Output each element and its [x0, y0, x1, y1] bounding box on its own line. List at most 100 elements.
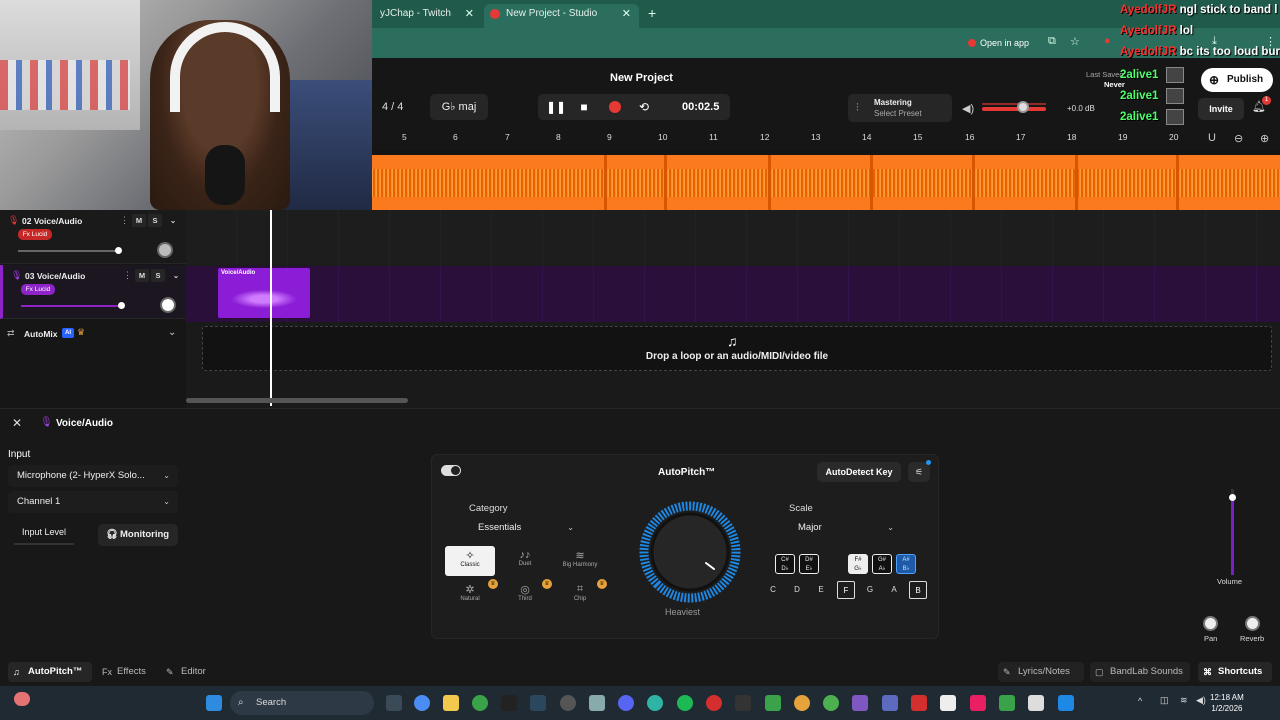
epic-games-icon[interactable]	[501, 695, 517, 711]
timeline-ruler[interactable]: 5 6 7 8 9 10 11 12 13 14 15 16 17 18 19 …	[372, 130, 1280, 150]
time-signature[interactable]: 4 / 4	[382, 101, 403, 113]
extension-icon[interactable]: ●	[1104, 35, 1111, 47]
speaker-icon[interactable]: ◀)	[962, 102, 974, 115]
app-icon[interactable]	[1058, 695, 1074, 711]
tab-autopitch[interactable]: ♫ AutoPitch™	[8, 662, 92, 682]
app-icon[interactable]	[852, 695, 868, 711]
track-volume-slider[interactable]	[21, 305, 123, 307]
track-header-02[interactable]: 🎙︎ 02 Voice/Audio ⋮ M S ⌄ Fx Lucid	[0, 210, 186, 264]
mute-button[interactable]: M	[135, 269, 149, 282]
loop-button[interactable]: ⟲	[630, 94, 658, 120]
chrome-icon[interactable]	[794, 695, 810, 711]
key-c-sharp[interactable]: C# D♭	[775, 554, 795, 574]
more-options-icon[interactable]: ⋮	[123, 270, 132, 281]
task-view-icon[interactable]	[386, 695, 402, 711]
new-tab-button[interactable]: +	[648, 5, 656, 21]
solo-button[interactable]: S	[148, 214, 162, 227]
close-icon[interactable]: ✕	[622, 4, 631, 24]
tab-bandlab-sounds[interactable]: ▢ BandLab Sounds	[1090, 662, 1190, 682]
track-volume-thumb[interactable]	[118, 302, 125, 309]
shortcuts-button[interactable]: ⌘ Shortcuts	[1198, 662, 1272, 682]
preset-big-harmony[interactable]: ≋ Big Harmony	[555, 546, 605, 576]
monitoring-button[interactable]: 🎧︎ Monitoring	[98, 524, 178, 546]
project-title[interactable]: New Project	[610, 72, 673, 84]
taskbar-clock[interactable]: 12:18 AM 1/2/2026	[1210, 692, 1244, 714]
magnet-icon[interactable]: U	[1208, 132, 1216, 144]
pan-knob[interactable]	[157, 242, 173, 258]
intensity-knob[interactable]	[632, 500, 748, 604]
key-b[interactable]: B	[909, 581, 927, 599]
master-volume-slider[interactable]	[982, 107, 1046, 111]
track-volume-thumb[interactable]	[115, 247, 122, 254]
tab-lyrics[interactable]: ✎ Lyrics/Notes	[998, 662, 1084, 682]
chevron-down-icon[interactable]: ⌄	[169, 269, 183, 282]
file-explorer-icon[interactable]	[443, 695, 459, 711]
track-name[interactable]: 03 Voice/Audio	[25, 271, 85, 281]
channel-volume-thumb[interactable]	[1229, 494, 1236, 501]
taskbar-search[interactable]: ⌕ Search	[230, 691, 374, 715]
scale-select[interactable]: Major ⌄	[789, 517, 902, 539]
tray-icon[interactable]: ◫	[1160, 695, 1169, 706]
solo-button[interactable]: S	[151, 269, 165, 282]
preset-classic[interactable]: ✧ Classic	[445, 546, 495, 576]
key-c[interactable]: C	[764, 581, 782, 599]
key-f-sharp[interactable]: F# G♭	[848, 554, 868, 574]
pan-knob[interactable]	[160, 297, 176, 313]
tiktok-icon[interactable]	[970, 695, 986, 711]
master-volume-thumb[interactable]	[1017, 101, 1029, 113]
track-volume-slider[interactable]	[18, 250, 120, 252]
track-header-03[interactable]: 🎙︎ 03 Voice/Audio ⋮ M S ⌄ Fx Lucid	[0, 265, 186, 319]
pan-knob[interactable]	[1203, 616, 1218, 631]
xbox-icon[interactable]	[472, 695, 488, 711]
windows-start-icon[interactable]	[206, 695, 222, 711]
capcut-white-icon[interactable]	[940, 695, 956, 711]
obs-icon[interactable]	[560, 695, 576, 711]
track-lane-03[interactable]: Voice/Audio	[186, 266, 1280, 322]
app-icon[interactable]	[1028, 695, 1044, 711]
track-lane-02[interactable]	[186, 210, 1280, 265]
screenshot-icon[interactable]: ⧉	[1048, 35, 1056, 48]
browser-tab-twitch[interactable]: yJChap - Twitch ✕	[372, 4, 482, 28]
settings-icon[interactable]	[589, 695, 605, 711]
key-a[interactable]: A	[885, 581, 903, 599]
close-icon[interactable]: ✕	[12, 416, 22, 430]
autodetect-key-button[interactable]: AutoDetect Key	[817, 462, 901, 482]
key-g[interactable]: G	[861, 581, 879, 599]
key-d-sharp[interactable]: D# E♭	[799, 554, 819, 574]
pause-button[interactable]: ❚❚	[542, 94, 570, 120]
category-select[interactable]: Essentials ⌄	[469, 517, 582, 539]
fx-badge[interactable]: Fx Lucid	[18, 229, 52, 240]
key-f[interactable]: F	[837, 581, 855, 599]
opera-icon[interactable]	[706, 695, 722, 711]
stop-button[interactable]: ■	[570, 94, 598, 120]
copilot-icon[interactable]	[414, 695, 430, 711]
autopitch-toggle[interactable]	[441, 465, 461, 476]
fx-badge[interactable]: Fx Lucid	[21, 284, 55, 295]
chevron-down-icon[interactable]: ⌄	[166, 214, 180, 227]
key-g-sharp[interactable]: G# A♭	[872, 554, 892, 574]
mute-button[interactable]: M	[132, 214, 146, 227]
automix-row[interactable]: ⇄ AutoMix AI ♛ ⌄	[0, 318, 186, 348]
preset-duet[interactable]: ♪♪ Duet	[500, 546, 550, 576]
zoom-in-icon[interactable]: ⊕	[1260, 132, 1269, 145]
track-01-audio-region[interactable]	[372, 155, 1280, 210]
chrome-active-icon[interactable]	[823, 695, 839, 711]
reverb-knob[interactable]	[1245, 616, 1260, 631]
tab-effects[interactable]: Fx Effects	[97, 662, 155, 682]
zoom-out-icon[interactable]: ⊖	[1234, 132, 1243, 145]
record-button[interactable]	[609, 101, 621, 113]
channel-select[interactable]: Channel 1 ⌄	[8, 491, 178, 513]
key-e[interactable]: E	[812, 581, 830, 599]
microphone-select[interactable]: Microphone (2- HyperX Solo... ⌄	[8, 465, 178, 487]
capcut-icon[interactable]	[735, 695, 751, 711]
open-in-app-button[interactable]: Open in app	[966, 34, 1029, 52]
drop-zone[interactable]: ♫ Drop a loop or an audio/MIDI/video fil…	[202, 326, 1272, 371]
discord-icon[interactable]	[618, 695, 634, 711]
more-options-icon[interactable]: ⋮	[120, 215, 129, 226]
key-d[interactable]: D	[788, 581, 806, 599]
app-icon[interactable]	[999, 695, 1015, 711]
close-icon[interactable]: ✕	[465, 4, 474, 24]
tab-editor[interactable]: ✎ Editor	[161, 662, 215, 682]
horizontal-scrollbar[interactable]	[186, 398, 408, 403]
weather-icon[interactable]	[14, 692, 30, 706]
